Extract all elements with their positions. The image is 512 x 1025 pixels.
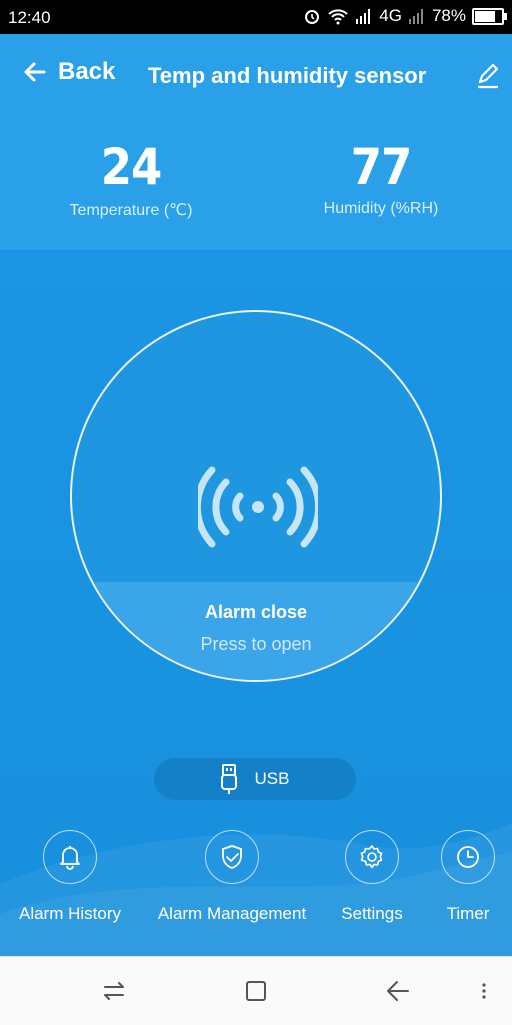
edit-icon[interactable]	[474, 62, 502, 90]
status-bar: 12:40 4G 78%	[0, 0, 512, 34]
alarm-history-circle	[43, 830, 97, 884]
battery-icon	[472, 7, 507, 25]
power-source-label: USB	[254, 769, 290, 788]
alarm-history-button[interactable]: Alarm History	[12, 830, 128, 924]
timer-circle	[441, 830, 495, 884]
shield-check-icon	[222, 845, 242, 869]
system-nav-bar	[0, 956, 512, 1025]
bell-icon	[60, 846, 80, 870]
gear-icon	[360, 845, 383, 869]
alarm-history-label: Alarm History	[18, 904, 121, 923]
settings-button[interactable]: Settings	[336, 830, 408, 924]
battery-percent: 78%	[431, 6, 466, 25]
humidity-value: 77	[350, 138, 413, 196]
back-label: Back	[58, 58, 116, 85]
alarm-lower-band	[72, 582, 440, 680]
alarm-management-button[interactable]: Alarm Management	[154, 830, 310, 924]
alarm-status-subtitle: Press to open	[200, 634, 312, 654]
alarm-toggle-button[interactable]: Alarm close Press to open	[70, 310, 442, 682]
humidity-metric: 77 Humidity (%RH)	[296, 142, 466, 218]
usb-icon	[220, 764, 237, 794]
back-button[interactable]: Back	[22, 58, 115, 86]
broadcast-icon	[198, 466, 318, 548]
arrow-left-icon	[24, 62, 46, 82]
header: Back Temp and humidity sensor	[0, 34, 512, 114]
app-screen: Back Temp and humidity sensor 24 Tempera…	[0, 34, 512, 956]
signal-icon	[356, 9, 371, 24]
back-nav-icon[interactable]	[384, 977, 412, 1005]
timer-label: Timer	[446, 904, 490, 923]
status-icons: 4G 78%	[303, 6, 507, 26]
signal-icon-2	[408, 9, 423, 24]
status-time: 12:40	[8, 8, 51, 27]
switch-apps-icon[interactable]	[100, 977, 128, 1005]
settings-circle	[345, 830, 399, 884]
temperature-value: 24	[100, 138, 163, 196]
wifi-icon	[328, 9, 348, 25]
page-title: Temp and humidity sensor	[148, 63, 427, 88]
menu-icon[interactable]	[470, 977, 498, 1005]
clock-icon	[457, 846, 479, 868]
alarm-clock-icon	[305, 10, 320, 24]
temperature-label: Temperature (℃)	[69, 202, 193, 219]
timer-button[interactable]: Timer	[436, 830, 500, 924]
network-type: 4G	[379, 6, 402, 25]
home-icon[interactable]	[242, 977, 270, 1005]
alarm-management-circle	[205, 830, 259, 884]
alarm-management-label: Alarm Management	[157, 904, 307, 923]
battery-fill	[475, 10, 495, 22]
temperature-metric: 24 Temperature (℃)	[46, 142, 216, 220]
alarm-status-title: Alarm close	[204, 602, 308, 622]
action-bar: Alarm History Alarm Management Settings	[0, 830, 512, 930]
settings-label: Settings	[341, 904, 403, 923]
humidity-label: Humidity (%RH)	[323, 200, 439, 217]
